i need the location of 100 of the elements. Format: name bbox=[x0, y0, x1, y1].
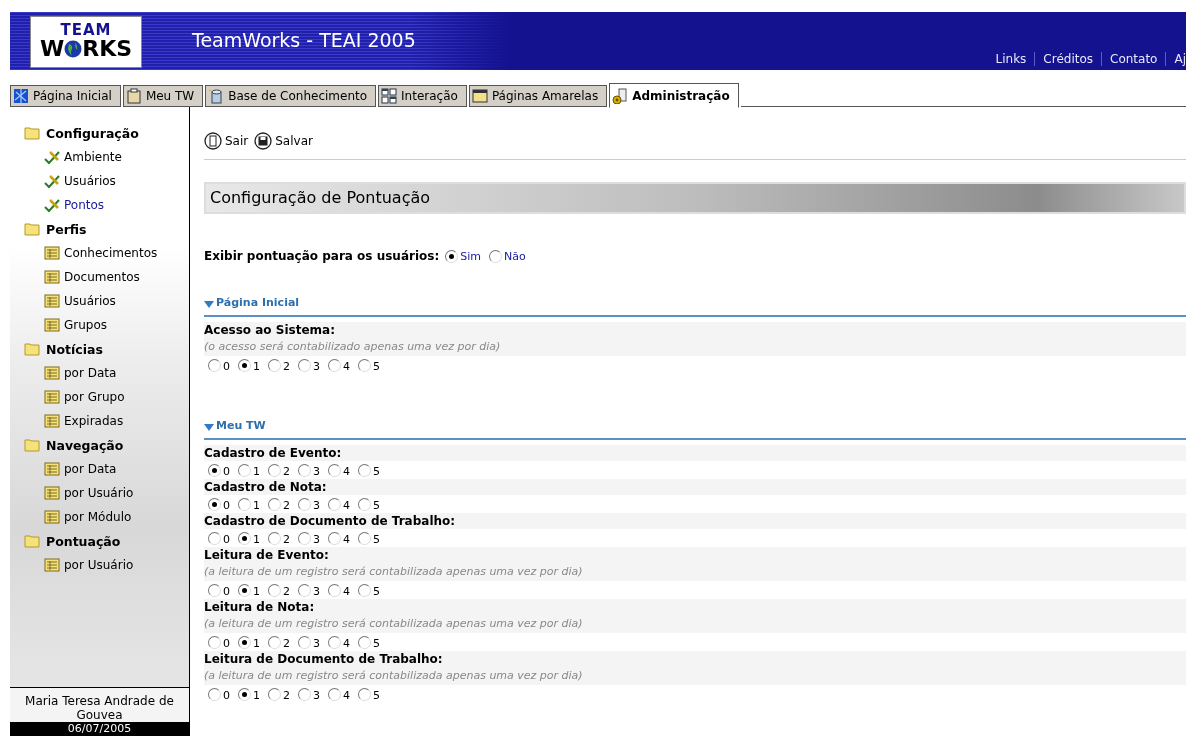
sidebar-group[interactable]: Notícias bbox=[24, 337, 189, 361]
radio-button[interactable] bbox=[358, 635, 371, 649]
sidebar-item[interactable]: Ambiente bbox=[24, 145, 189, 169]
radio-button[interactable] bbox=[298, 497, 311, 511]
check-pencil-icon bbox=[44, 149, 60, 165]
radio-button[interactable] bbox=[208, 635, 221, 649]
radio-button[interactable] bbox=[298, 358, 311, 372]
sidebar-item[interactable]: Documentos bbox=[24, 265, 189, 289]
toolbar-button[interactable]: Sair bbox=[204, 132, 249, 150]
radio-button[interactable] bbox=[208, 497, 221, 511]
option-label: 5 bbox=[373, 499, 380, 512]
folder-icon bbox=[24, 533, 40, 549]
radio-button[interactable] bbox=[489, 249, 502, 263]
radio-button[interactable] bbox=[208, 463, 221, 477]
radio-button[interactable] bbox=[238, 497, 251, 511]
option-label: 2 bbox=[283, 689, 290, 702]
radio-button[interactable] bbox=[445, 249, 459, 263]
header-link[interactable]: Links bbox=[987, 52, 1035, 66]
radio-button[interactable] bbox=[268, 358, 281, 372]
triangle-down-icon[interactable] bbox=[204, 424, 214, 432]
sidebar-group[interactable]: Navegação bbox=[24, 433, 189, 457]
radio-button[interactable] bbox=[328, 531, 341, 545]
tab[interactable]: Administração bbox=[609, 83, 739, 108]
radio-button[interactable] bbox=[238, 531, 251, 545]
radio-button[interactable] bbox=[238, 687, 251, 701]
radio-button[interactable] bbox=[328, 463, 341, 477]
sidebar-group[interactable]: Perfis bbox=[24, 217, 189, 241]
radio-button[interactable] bbox=[328, 635, 341, 649]
radio-button[interactable] bbox=[208, 358, 221, 372]
option-label: 2 bbox=[283, 465, 290, 478]
option-label: 2 bbox=[283, 360, 290, 373]
sidebar-item[interactable]: Pontos bbox=[24, 193, 189, 217]
radio-button[interactable] bbox=[328, 497, 341, 511]
radio-button[interactable] bbox=[328, 687, 341, 701]
table-icon bbox=[44, 557, 60, 573]
radio-button[interactable] bbox=[208, 583, 221, 597]
field-label: Acesso ao Sistema: bbox=[204, 322, 336, 338]
option-label: 5 bbox=[373, 533, 380, 546]
option-label: 1 bbox=[253, 465, 260, 478]
radio-button[interactable] bbox=[238, 635, 251, 649]
sidebar-item[interactable]: por Módulo bbox=[24, 505, 189, 529]
table-icon bbox=[44, 317, 60, 333]
sidebar-group[interactable]: Configuração bbox=[24, 121, 189, 145]
header-link[interactable]: Aj bbox=[1165, 52, 1186, 66]
toolbar-button[interactable]: Salvar bbox=[254, 132, 313, 150]
radio-button[interactable] bbox=[358, 358, 371, 372]
radio-button[interactable] bbox=[358, 687, 371, 701]
sidebar-item[interactable]: Usuários bbox=[24, 169, 189, 193]
radio-button[interactable] bbox=[328, 358, 341, 372]
option-label: 5 bbox=[373, 360, 380, 373]
sidebar-item[interactable]: Expiradas bbox=[24, 409, 189, 433]
radio-button[interactable] bbox=[238, 463, 251, 477]
sidebar-item[interactable]: Conhecimentos bbox=[24, 241, 189, 265]
radio-button[interactable] bbox=[268, 687, 281, 701]
radio-button[interactable] bbox=[358, 497, 371, 511]
triangle-down-icon[interactable] bbox=[204, 301, 214, 309]
radio-button[interactable] bbox=[298, 583, 311, 597]
option-label: 0 bbox=[223, 533, 230, 546]
header-link[interactable]: Créditos bbox=[1034, 52, 1101, 66]
sidebar-item[interactable]: por Data bbox=[24, 457, 189, 481]
sidebar-item[interactable]: Usuários bbox=[24, 289, 189, 313]
logo: TEAM W RKS bbox=[30, 16, 142, 68]
sidebar-item[interactable]: por Data bbox=[24, 361, 189, 385]
tab[interactable]: Base de Conhecimento bbox=[205, 85, 377, 107]
radio-button[interactable] bbox=[268, 635, 281, 649]
section-title[interactable]: Meu TW bbox=[216, 419, 266, 432]
radio-button[interactable] bbox=[238, 358, 251, 372]
radio-button[interactable] bbox=[268, 463, 281, 477]
radio-button[interactable] bbox=[298, 635, 311, 649]
sidebar-group[interactable]: Pontuação bbox=[24, 529, 189, 553]
section-title[interactable]: Página Inicial bbox=[216, 296, 300, 309]
option-label: 3 bbox=[313, 533, 320, 546]
gear-icon bbox=[612, 87, 629, 104]
radio-button[interactable] bbox=[358, 463, 371, 477]
radio-button[interactable] bbox=[298, 531, 311, 545]
radio-button[interactable] bbox=[358, 531, 371, 545]
tab[interactable]: Meu TW bbox=[122, 85, 204, 107]
sidebar-item[interactable]: Grupos bbox=[24, 313, 189, 337]
radio-button[interactable] bbox=[238, 583, 251, 597]
tab[interactable]: Página Inicial bbox=[10, 85, 121, 107]
sidebar-item[interactable]: por Grupo bbox=[24, 385, 189, 409]
option-label: 5 bbox=[373, 689, 380, 702]
table-icon bbox=[44, 245, 60, 261]
radio-button[interactable] bbox=[268, 497, 281, 511]
radio-button[interactable] bbox=[268, 583, 281, 597]
header-link[interactable]: Contato bbox=[1101, 52, 1166, 66]
tab[interactable]: Interação bbox=[378, 85, 467, 107]
sidebar-item[interactable]: por Usuário bbox=[24, 553, 189, 577]
radio-button[interactable] bbox=[298, 463, 311, 477]
radio-button[interactable] bbox=[208, 687, 221, 701]
tab[interactable]: Páginas Amarelas bbox=[468, 85, 608, 107]
sidebar-item[interactable]: por Usuário bbox=[24, 481, 189, 505]
radio-button[interactable] bbox=[358, 583, 371, 597]
option-label: 0 bbox=[223, 637, 230, 650]
radio-button[interactable] bbox=[268, 531, 281, 545]
radio-button[interactable] bbox=[328, 583, 341, 597]
radio-button[interactable] bbox=[208, 531, 221, 545]
option-label: 0 bbox=[223, 585, 230, 598]
radio-button[interactable] bbox=[298, 687, 311, 701]
option-label: 4 bbox=[343, 360, 350, 373]
